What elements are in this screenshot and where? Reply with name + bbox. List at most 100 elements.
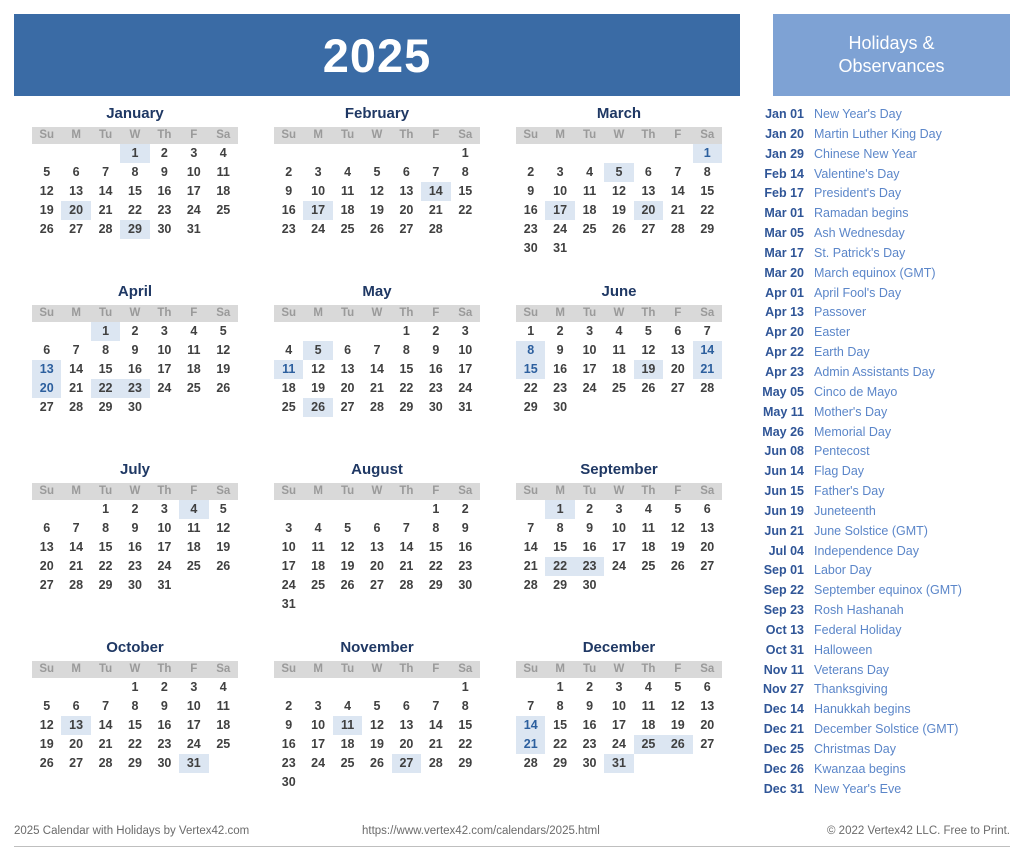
day-cell[interactable]: 27 (362, 576, 391, 595)
day-cell[interactable]: 12 (362, 182, 391, 201)
day-cell[interactable]: 28 (61, 576, 90, 595)
day-cell[interactable]: 6 (663, 322, 692, 341)
day-cell[interactable]: 1 (451, 678, 480, 697)
day-cell[interactable]: 28 (516, 576, 545, 595)
day-cell[interactable]: 1 (545, 678, 574, 697)
day-cell[interactable]: 15 (120, 716, 149, 735)
day-cell[interactable]: 18 (209, 716, 238, 735)
day-cell[interactable]: 4 (604, 322, 633, 341)
day-cell[interactable]: 20 (392, 201, 421, 220)
day-cell-highlighted[interactable]: 13 (61, 715, 91, 735)
day-cell[interactable]: 25 (209, 735, 238, 754)
day-cell[interactable]: 19 (333, 557, 362, 576)
day-cell[interactable]: 24 (150, 557, 179, 576)
day-cell[interactable]: 3 (604, 500, 633, 519)
day-cell[interactable]: 3 (274, 519, 303, 538)
day-cell-highlighted[interactable]: 8 (516, 340, 546, 360)
day-cell[interactable]: 10 (303, 716, 332, 735)
day-cell[interactable]: 4 (634, 500, 663, 519)
day-cell[interactable]: 16 (150, 716, 179, 735)
day-cell[interactable]: 9 (451, 519, 480, 538)
day-cell[interactable]: 7 (516, 519, 545, 538)
day-cell-highlighted[interactable]: 26 (663, 734, 693, 754)
day-cell[interactable]: 20 (693, 716, 722, 735)
day-cell[interactable]: 30 (575, 576, 604, 595)
day-cell[interactable]: 23 (421, 379, 450, 398)
day-cell[interactable]: 3 (303, 163, 332, 182)
day-cell[interactable]: 28 (421, 754, 450, 773)
day-cell[interactable]: 7 (91, 163, 120, 182)
day-cell-highlighted[interactable]: 21 (516, 734, 546, 754)
day-cell[interactable]: 18 (179, 538, 208, 557)
day-cell-highlighted[interactable]: 26 (303, 397, 333, 417)
day-cell[interactable]: 19 (32, 201, 61, 220)
day-cell[interactable]: 9 (120, 341, 149, 360)
day-cell[interactable]: 24 (604, 735, 633, 754)
day-cell[interactable]: 25 (575, 220, 604, 239)
day-cell[interactable]: 18 (303, 557, 332, 576)
day-cell[interactable]: 24 (179, 735, 208, 754)
day-cell[interactable]: 29 (693, 220, 722, 239)
day-cell[interactable]: 27 (663, 379, 692, 398)
day-cell[interactable]: 6 (392, 163, 421, 182)
day-cell-highlighted[interactable]: 1 (545, 499, 575, 519)
day-cell[interactable]: 4 (303, 519, 332, 538)
day-cell[interactable]: 24 (274, 576, 303, 595)
day-cell[interactable]: 6 (362, 519, 391, 538)
day-cell[interactable]: 9 (421, 341, 450, 360)
day-cell[interactable]: 30 (421, 398, 450, 417)
day-cell[interactable]: 14 (362, 360, 391, 379)
day-cell[interactable]: 22 (451, 735, 480, 754)
day-cell[interactable]: 19 (663, 716, 692, 735)
day-cell[interactable]: 17 (604, 716, 633, 735)
day-cell[interactable]: 13 (693, 697, 722, 716)
day-cell[interactable]: 12 (663, 519, 692, 538)
day-cell[interactable]: 9 (575, 519, 604, 538)
day-cell[interactable]: 11 (179, 519, 208, 538)
day-cell[interactable]: 2 (274, 697, 303, 716)
day-cell[interactable]: 1 (451, 144, 480, 163)
day-cell[interactable]: 9 (274, 716, 303, 735)
day-cell[interactable]: 28 (693, 379, 722, 398)
day-cell[interactable]: 11 (634, 519, 663, 538)
day-cell[interactable]: 15 (545, 538, 574, 557)
day-cell[interactable]: 28 (421, 220, 450, 239)
day-cell[interactable]: 24 (150, 379, 179, 398)
day-cell-highlighted[interactable]: 31 (604, 753, 634, 773)
day-cell[interactable]: 22 (545, 735, 574, 754)
day-cell[interactable]: 4 (634, 678, 663, 697)
day-cell[interactable]: 30 (150, 220, 179, 239)
day-cell[interactable]: 3 (604, 678, 633, 697)
day-cell[interactable]: 12 (604, 182, 633, 201)
day-cell[interactable]: 21 (663, 201, 692, 220)
day-cell[interactable]: 10 (179, 697, 208, 716)
day-cell[interactable]: 10 (274, 538, 303, 557)
day-cell[interactable]: 2 (575, 678, 604, 697)
day-cell[interactable]: 8 (120, 163, 149, 182)
day-cell[interactable]: 23 (516, 220, 545, 239)
day-cell[interactable]: 24 (179, 201, 208, 220)
day-cell[interactable]: 10 (303, 182, 332, 201)
day-cell[interactable]: 30 (274, 773, 303, 792)
day-cell-highlighted[interactable]: 19 (633, 359, 664, 379)
day-cell[interactable]: 6 (61, 697, 90, 716)
day-cell[interactable]: 20 (693, 538, 722, 557)
day-cell[interactable]: 6 (32, 341, 61, 360)
day-cell[interactable]: 7 (362, 341, 391, 360)
day-cell[interactable]: 25 (604, 379, 633, 398)
day-cell[interactable]: 29 (451, 754, 480, 773)
day-cell[interactable]: 2 (150, 144, 179, 163)
day-cell[interactable]: 19 (362, 735, 391, 754)
day-cell[interactable]: 31 (451, 398, 480, 417)
day-cell-highlighted[interactable]: 11 (274, 359, 304, 379)
day-cell[interactable]: 15 (451, 716, 480, 735)
day-cell[interactable]: 28 (61, 398, 90, 417)
day-cell[interactable]: 22 (120, 201, 149, 220)
day-cell[interactable]: 13 (392, 182, 421, 201)
footer-url[interactable]: https://www.vertex42.com/calendars/2025.… (344, 825, 760, 837)
day-cell[interactable]: 1 (421, 500, 450, 519)
day-cell[interactable]: 4 (575, 163, 604, 182)
day-cell[interactable]: 15 (120, 182, 149, 201)
day-cell[interactable]: 25 (333, 220, 362, 239)
day-cell[interactable]: 26 (333, 576, 362, 595)
